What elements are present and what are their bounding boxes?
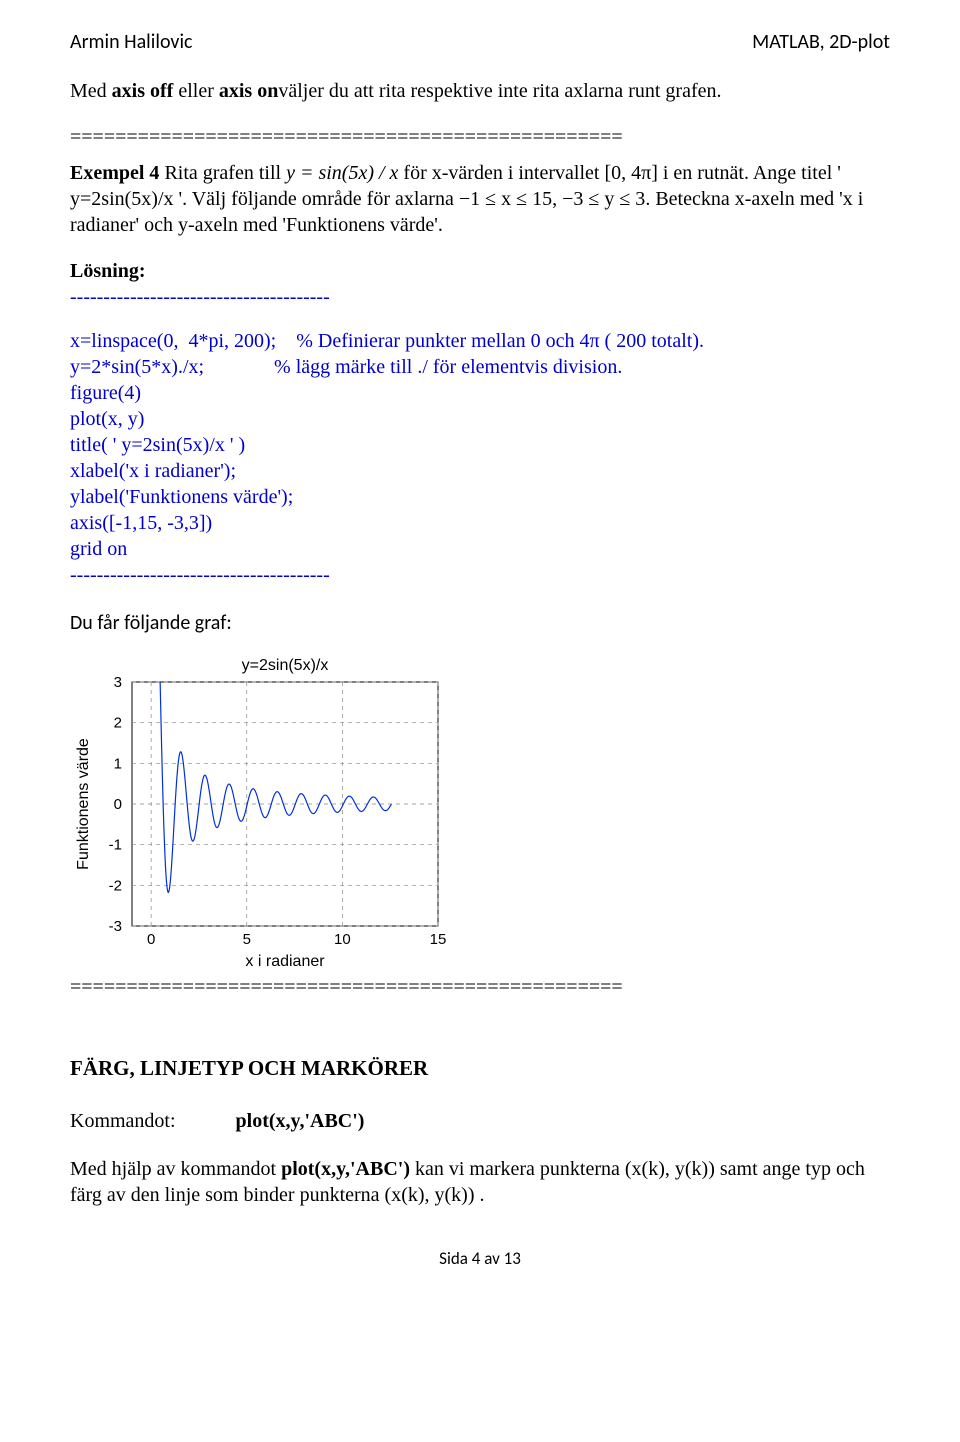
svg-text:0: 0 [114,796,122,813]
chart-svg: 0 5 10 15 -3 -2 -1 0 1 2 3 y=2sin(5x)/x x i radianer… [70,654,450,974]
svg-text:5: 5 [243,931,251,948]
example4: Exempel 4 Rita grafen till y = sin(5x) /… [70,160,890,238]
svg-text:x i radianer: x i radianer [245,953,325,970]
kommandot-row: Kommandot: plot(x,y,'ABC') [70,1108,890,1134]
page-header: Armin Halilovic MATLAB, 2D-plot [70,30,890,54]
code-sep: --------------------------------------- [70,562,890,588]
page: Armin Halilovic MATLAB, 2D-plot Med axis… [0,0,960,1300]
text: Med hjälp av kommandot [70,1158,281,1180]
svg-text:0: 0 [147,931,155,948]
svg-text:-3: -3 [109,918,122,935]
text-bold: plot(x,y,'ABC') [281,1158,410,1180]
graph-intro: Du får följande graf: [70,610,890,636]
code-line: figure(4) [70,380,890,406]
example-label: Exempel 4 [70,162,164,184]
separator: ========================================… [70,974,890,1000]
paragraph-axis: Med axis off eller axis onväljer du att … [70,78,890,104]
text: Med [70,80,112,102]
page-footer: Sida 4 av 13 [70,1248,890,1270]
code-line: grid on [70,536,890,562]
header-left: Armin Halilovic [70,30,193,54]
text: väljer du att rita respektive inte rita … [278,80,721,102]
range: −1 ≤ x ≤ 15, −3 ≤ y ≤ 3 [459,188,645,210]
svg-text:-2: -2 [109,877,122,894]
text: eller [173,80,219,102]
code-sep: --------------------------------------- [70,284,890,310]
formula: y = sin(5x) / x [286,162,398,184]
solution-label: Lösning: [70,258,890,284]
code-line: plot(x, y) [70,406,890,432]
svg-text:10: 10 [334,931,351,948]
svg-text:2: 2 [114,715,122,732]
svg-text:Funktionens värde: Funktionens värde [75,738,92,870]
code-line: title( ' y=2sin(5x)/x ' ) [70,432,890,458]
svg-text:1: 1 [114,755,122,772]
kommandot-cmd: plot(x,y,'ABC') [236,1110,365,1132]
svg-text:y=2sin(5x)/x: y=2sin(5x)/x [242,657,329,674]
code-line: axis([-1,15, -3,3]) [70,510,890,536]
code-line: x=linspace(0, 4*pi, 200); % Definierar p… [70,328,890,354]
code-line: xlabel('x i radianer'); [70,458,890,484]
svg-text:15: 15 [430,931,447,948]
svg-text:3: 3 [114,674,122,691]
svg-text:-1: -1 [109,837,122,854]
kommandot-label: Kommandot: [70,1110,176,1132]
header-right: MATLAB, 2D-plot [752,30,890,54]
chart: 0 5 10 15 -3 -2 -1 0 1 2 3 y=2sin(5x)/x x i radianer… [70,654,890,974]
code-line: y=2*sin(5*x)./x; % lägg märke till ./ fö… [70,354,890,380]
code-line: ylabel('Funktionens värde'); [70,484,890,510]
description: Med hjälp av kommandot plot(x,y,'ABC') k… [70,1156,890,1208]
text: Rita grafen till [164,162,286,184]
section-title: FÄRG, LINJETYP OCH MARKÖRER [70,1055,890,1082]
separator: ========================================… [70,124,890,150]
text-bold: axis on [219,80,278,102]
text-bold: axis off [112,80,174,102]
